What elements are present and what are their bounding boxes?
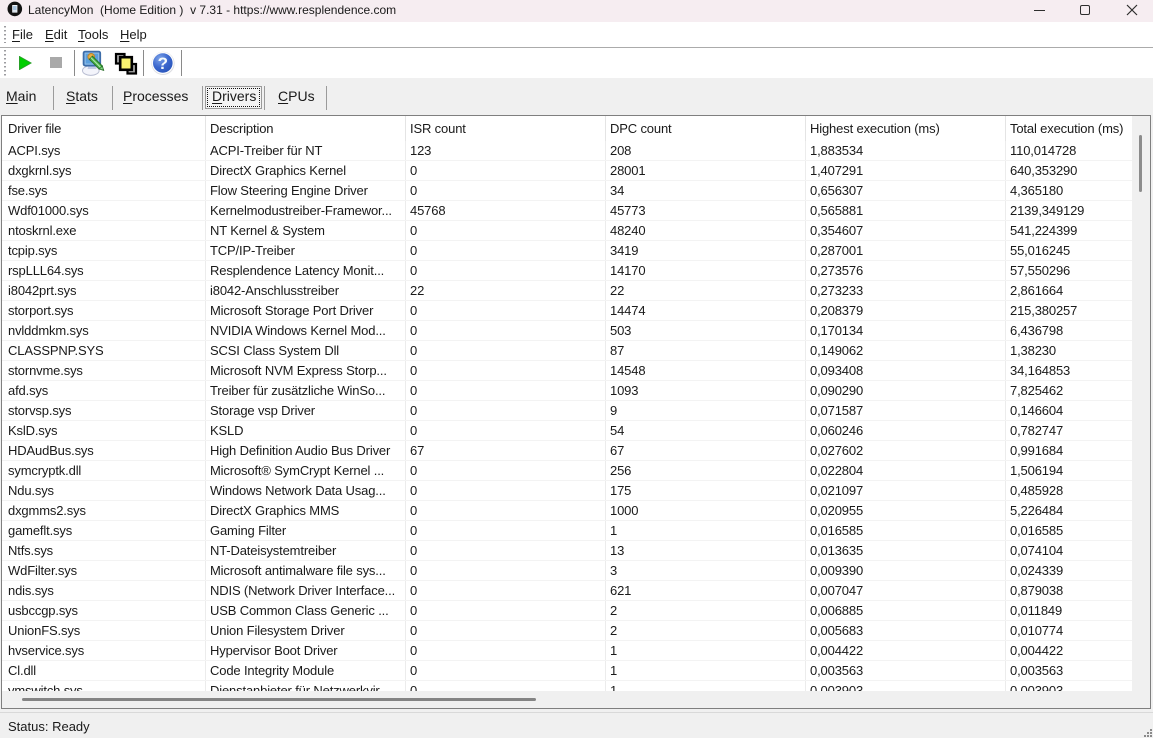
svg-text:?: ? — [158, 54, 168, 73]
